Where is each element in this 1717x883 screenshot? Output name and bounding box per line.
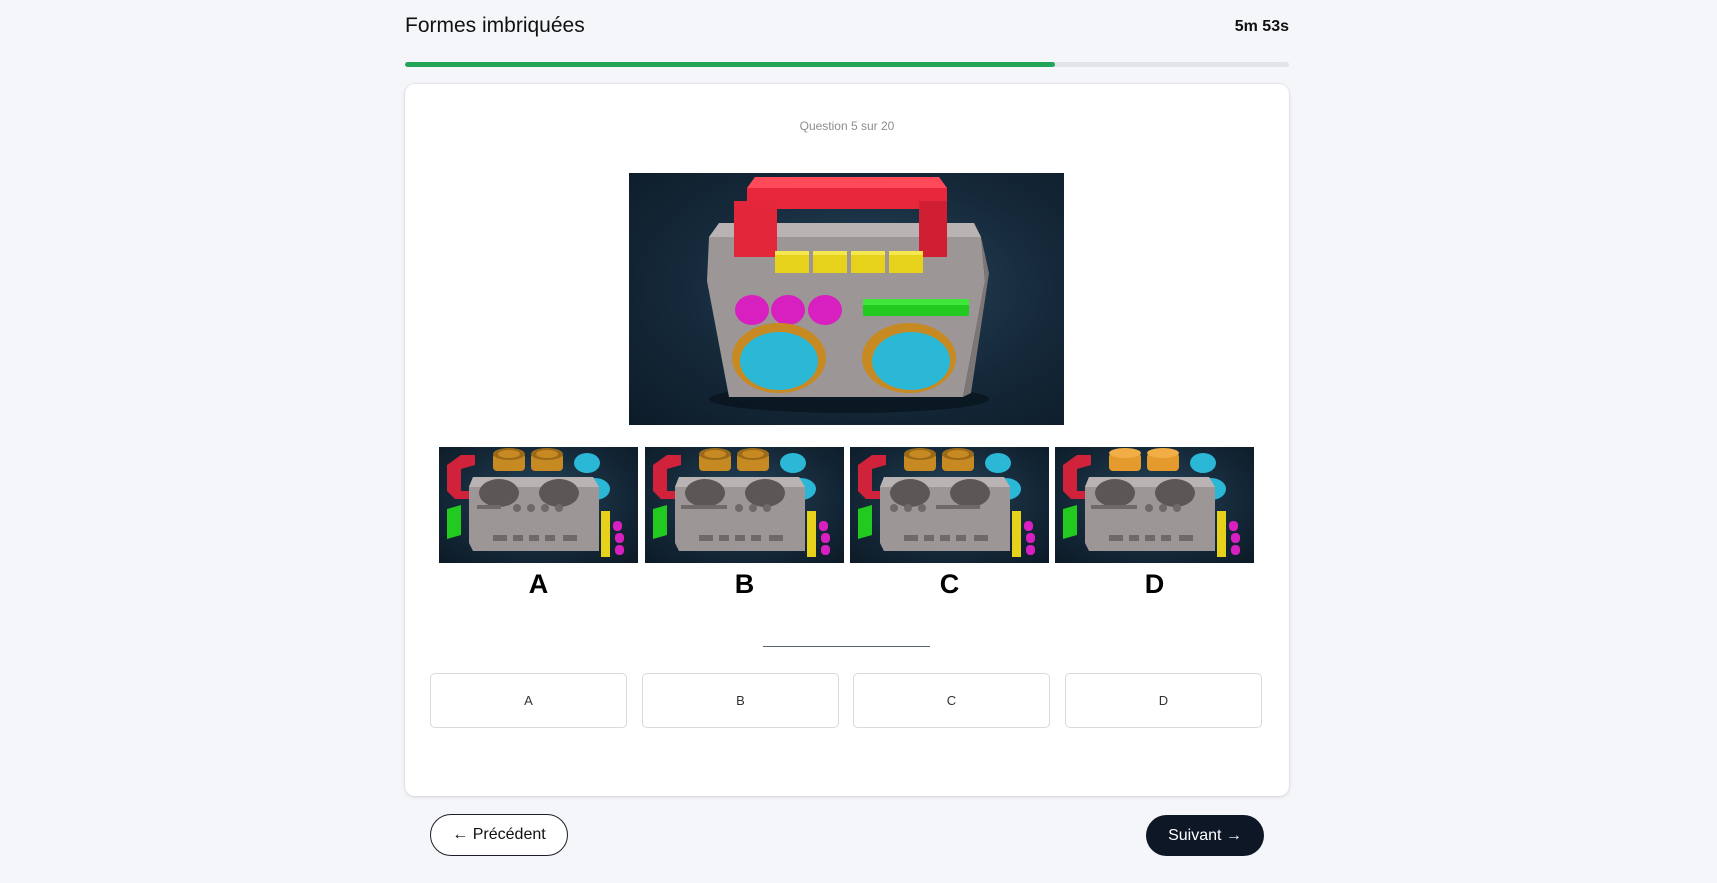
answer-button-c[interactable]: C	[853, 673, 1050, 728]
option-image-d	[1055, 447, 1254, 563]
progress-bar-fill	[405, 62, 1055, 67]
page-title: Formes imbriquées	[405, 14, 585, 37]
option-letter-a: A	[528, 569, 549, 599]
answer-button-b[interactable]: B	[642, 673, 839, 728]
option-image-a	[439, 447, 638, 563]
answer-button-d[interactable]: D	[1065, 673, 1262, 728]
option-image-c	[850, 447, 1049, 563]
timer: 5m 53s	[1234, 18, 1289, 35]
next-button[interactable]: Suivant →	[1146, 815, 1264, 856]
question-counter: Question 5 sur 20	[799, 119, 895, 133]
answer-button-a[interactable]: A	[430, 673, 627, 728]
progress-bar	[405, 62, 1289, 67]
option-letter-d: D	[1144, 569, 1165, 599]
option-letter-c: C	[939, 569, 960, 599]
question-card: Question 5 sur 20 A B C D A B C D	[405, 84, 1289, 796]
option-image-b	[645, 447, 844, 563]
option-letter-b: B	[734, 569, 755, 599]
figure-options: A B C D	[439, 447, 1256, 599]
answer-underline	[763, 646, 930, 647]
target-figure-image	[629, 173, 1064, 425]
top-bar: Formes imbriquées 5m 53s	[405, 12, 1289, 42]
previous-button[interactable]: ← Précédent	[430, 814, 568, 856]
